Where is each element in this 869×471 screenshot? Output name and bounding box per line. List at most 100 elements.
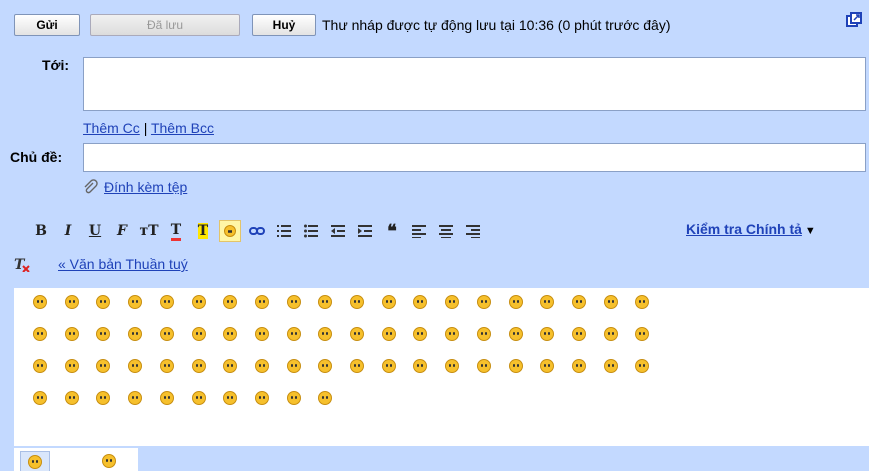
emoticon-icon[interactable] bbox=[381, 326, 397, 342]
emoticon-icon[interactable] bbox=[476, 326, 492, 342]
emoticon-icon[interactable] bbox=[32, 326, 48, 342]
emoticon-icon[interactable] bbox=[64, 358, 80, 374]
emoticon-icon[interactable] bbox=[539, 294, 555, 310]
emoticon-icon[interactable] bbox=[571, 294, 587, 310]
emoticon-icon[interactable] bbox=[254, 358, 270, 374]
emoticon-icon[interactable] bbox=[476, 358, 492, 374]
emoticon-icon[interactable] bbox=[159, 326, 175, 342]
emoticon-icon[interactable] bbox=[286, 358, 302, 374]
italic-icon[interactable]: I bbox=[57, 220, 79, 242]
subject-field[interactable] bbox=[83, 143, 866, 172]
numbered-list-icon[interactable] bbox=[273, 220, 295, 242]
emoticon-icon[interactable] bbox=[127, 294, 143, 310]
link-icon[interactable] bbox=[246, 220, 268, 242]
emoticon-icon[interactable] bbox=[634, 358, 650, 374]
plain-text-link[interactable]: « Văn bản Thuần tuý bbox=[58, 256, 188, 272]
emoticon-icon[interactable] bbox=[603, 358, 619, 374]
emoticon-icon[interactable] bbox=[286, 390, 302, 406]
to-field[interactable] bbox=[83, 57, 866, 111]
attach-file-link[interactable]: Đính kèm tệp bbox=[104, 179, 187, 195]
emoticon-icon[interactable] bbox=[95, 358, 111, 374]
emoticon-icon[interactable] bbox=[571, 326, 587, 342]
font-icon[interactable]: F bbox=[111, 220, 133, 242]
emoticon-icon[interactable] bbox=[32, 390, 48, 406]
emoticon-icon[interactable] bbox=[222, 326, 238, 342]
spell-check-link[interactable]: Kiểm tra Chính tả bbox=[686, 221, 802, 237]
emoticon-icon[interactable] bbox=[444, 358, 460, 374]
emoticon-icon[interactable] bbox=[95, 390, 111, 406]
emoticon-icon[interactable] bbox=[95, 326, 111, 342]
emoticon-icon[interactable] bbox=[634, 326, 650, 342]
underline-icon[interactable]: U bbox=[84, 220, 106, 242]
emoticon-icon[interactable] bbox=[159, 358, 175, 374]
emoticon-icon[interactable] bbox=[539, 358, 555, 374]
emoticon-icon[interactable] bbox=[191, 358, 207, 374]
emoticon-icon[interactable] bbox=[317, 326, 333, 342]
indent-icon[interactable] bbox=[354, 220, 376, 242]
emoticon-icon[interactable] bbox=[349, 326, 365, 342]
emoticon-icon[interactable] bbox=[127, 358, 143, 374]
emoticon-icon[interactable] bbox=[254, 390, 270, 406]
emoticon-icon[interactable] bbox=[64, 390, 80, 406]
emoticon-icon[interactable] bbox=[634, 294, 650, 310]
emoticon-icon[interactable] bbox=[222, 294, 238, 310]
emoticon-icon[interactable] bbox=[349, 294, 365, 310]
emoticon-icon[interactable] bbox=[32, 294, 48, 310]
emoticon-icon[interactable] bbox=[603, 294, 619, 310]
emoticon-icon[interactable] bbox=[444, 326, 460, 342]
emoticon-icon[interactable] bbox=[219, 220, 241, 242]
emoticon-icon[interactable] bbox=[412, 358, 428, 374]
outdent-icon[interactable] bbox=[327, 220, 349, 242]
bold-icon[interactable]: B bbox=[30, 220, 52, 242]
emoticon-tab-1[interactable] bbox=[20, 451, 50, 471]
align-left-icon[interactable] bbox=[408, 220, 430, 242]
emoticon-icon[interactable] bbox=[254, 326, 270, 342]
emoticon-icon[interactable] bbox=[191, 390, 207, 406]
emoticon-icon[interactable] bbox=[508, 358, 524, 374]
emoticon-icon[interactable] bbox=[317, 294, 333, 310]
emoticon-icon[interactable] bbox=[381, 358, 397, 374]
emoticon-icon[interactable] bbox=[571, 358, 587, 374]
emoticon-icon[interactable] bbox=[349, 358, 365, 374]
emoticon-icon[interactable] bbox=[476, 294, 492, 310]
emoticon-icon[interactable] bbox=[317, 390, 333, 406]
emoticon-icon[interactable] bbox=[64, 326, 80, 342]
emoticon-icon[interactable] bbox=[159, 294, 175, 310]
emoticon-icon[interactable] bbox=[127, 390, 143, 406]
emoticon-icon[interactable] bbox=[539, 326, 555, 342]
emoticon-icon[interactable] bbox=[222, 358, 238, 374]
emoticon-icon[interactable] bbox=[412, 326, 428, 342]
emoticon-icon[interactable] bbox=[286, 326, 302, 342]
emoticon-icon[interactable] bbox=[191, 326, 207, 342]
text-color-icon[interactable]: T bbox=[165, 220, 187, 242]
remove-formatting-icon[interactable]: T bbox=[14, 256, 30, 272]
emoticon-tab-2[interactable] bbox=[94, 451, 124, 471]
emoticon-icon[interactable] bbox=[317, 358, 333, 374]
emoticon-icon[interactable] bbox=[222, 390, 238, 406]
popout-icon[interactable] bbox=[846, 12, 862, 28]
send-button[interactable]: Gửi bbox=[14, 14, 80, 36]
align-right-icon[interactable] bbox=[462, 220, 484, 242]
quote-icon[interactable]: ❝ bbox=[381, 220, 403, 242]
emoticon-icon[interactable] bbox=[508, 294, 524, 310]
emoticon-icon[interactable] bbox=[412, 294, 428, 310]
emoticon-icon[interactable] bbox=[381, 294, 397, 310]
align-center-icon[interactable] bbox=[435, 220, 457, 242]
highlight-icon[interactable]: T bbox=[192, 220, 214, 242]
bulleted-list-icon[interactable] bbox=[300, 220, 322, 242]
emoticon-icon[interactable] bbox=[603, 326, 619, 342]
emoticon-icon[interactable] bbox=[444, 294, 460, 310]
emoticon-icon[interactable] bbox=[159, 390, 175, 406]
emoticon-icon[interactable] bbox=[32, 358, 48, 374]
emoticon-icon[interactable] bbox=[64, 294, 80, 310]
emoticon-icon[interactable] bbox=[508, 326, 524, 342]
emoticon-icon[interactable] bbox=[254, 294, 270, 310]
emoticon-icon[interactable] bbox=[286, 294, 302, 310]
add-cc-link[interactable]: Thêm Cc bbox=[83, 120, 140, 136]
discard-button[interactable]: Huỷ bbox=[252, 14, 316, 36]
add-bcc-link[interactable]: Thêm Bcc bbox=[151, 120, 214, 136]
font-size-icon[interactable]: тT bbox=[138, 220, 160, 242]
emoticon-icon[interactable] bbox=[191, 294, 207, 310]
emoticon-icon[interactable] bbox=[127, 326, 143, 342]
chevron-down-icon[interactable]: ▼ bbox=[805, 225, 816, 237]
